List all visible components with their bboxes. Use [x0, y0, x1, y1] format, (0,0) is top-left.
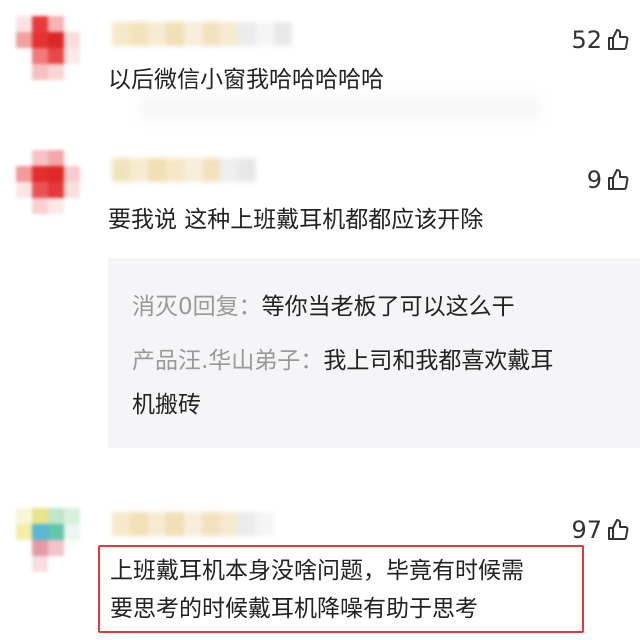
reply-item[interactable]: 产品汪.华山弟子：我上司和我都喜欢戴耳 [132, 342, 553, 380]
comment-text: 以后微信小窗我哈哈哈哈哈 [108, 67, 384, 93]
reply-author[interactable]: 消灭0回复 [132, 294, 239, 320]
reply-text-line2: 机搬砖 [132, 392, 201, 418]
ghost-artifact [140, 96, 540, 120]
reply-separator: ： [300, 348, 324, 374]
reply-text-line1: 我上司和我都喜欢戴耳 [323, 348, 554, 374]
username-blurred[interactable] [112, 22, 292, 46]
thumbs-up-icon[interactable] [606, 518, 630, 542]
comment-text: 要我说 这种上班戴耳机都都应该开除 [108, 207, 484, 233]
like-count-value: 97 [571, 516, 602, 544]
username-blurred[interactable] [112, 512, 274, 536]
avatar[interactable] [16, 150, 80, 214]
reply-author[interactable]: 产品汪.华山弟子 [132, 348, 300, 374]
reply-separator: ： [238, 294, 262, 320]
reply-thread[interactable]: 消灭0回复：等你当老板了可以这么干 产品汪.华山弟子：我上司和我都喜欢戴耳 机搬… [108, 258, 640, 448]
reply-item[interactable]: 消灭0回复：等你当老板了可以这么干 [132, 288, 515, 326]
like-count-value: 52 [571, 26, 602, 54]
like-count[interactable]: 52 [571, 26, 630, 54]
reply-text: 等你当老板了可以这么干 [261, 294, 515, 320]
like-count[interactable]: 97 [571, 516, 630, 544]
thumbs-up-icon[interactable] [606, 28, 630, 52]
thumbs-up-icon[interactable] [606, 168, 630, 192]
comment-text-line2: 要思考的时候戴耳机降噪有助于思考 [110, 596, 478, 622]
highlight-box: 上班戴耳机本身没啥问题，毕竟有时候需 要思考的时候戴耳机降噪有助于思考 [98, 545, 584, 633]
like-count[interactable]: 9 [587, 166, 630, 194]
avatar[interactable] [16, 508, 80, 572]
username-blurred[interactable] [112, 158, 256, 182]
comment-text-line1: 上班戴耳机本身没啥问题，毕竟有时候需 [110, 558, 524, 584]
like-count-value: 9 [586, 166, 602, 194]
avatar[interactable] [16, 16, 80, 80]
